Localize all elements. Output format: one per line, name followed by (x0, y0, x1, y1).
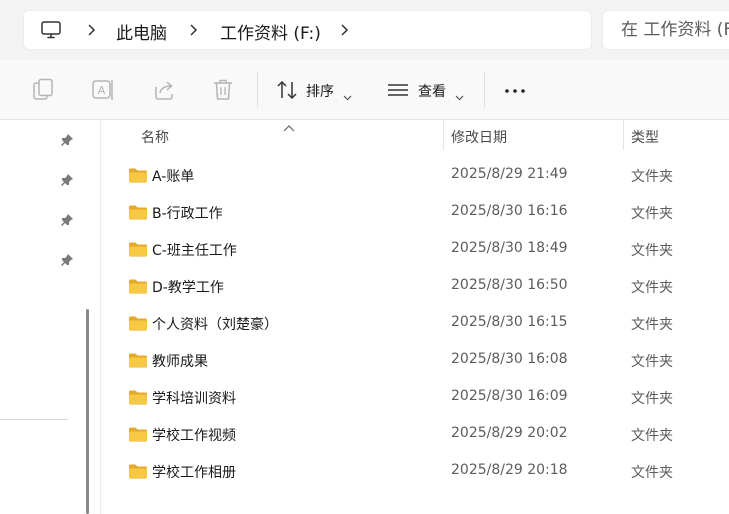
nav-divider (0, 419, 68, 420)
file-type: 文件夹 (631, 280, 673, 296)
column-separator[interactable] (623, 120, 624, 150)
chevron-right-icon[interactable] (86, 22, 96, 41)
chevron-down-icon (455, 86, 464, 105)
list-item[interactable]: A-账单 2025/8/29 21:49 文件夹 (102, 157, 729, 194)
file-type: 文件夹 (631, 243, 673, 259)
list-item[interactable]: D-教学工作 2025/8/30 16:50 文件夹 (102, 268, 729, 305)
pin-icon[interactable] (60, 132, 74, 151)
file-name: 学科培训资料 (152, 391, 236, 407)
toolbar-separator (257, 72, 258, 108)
folder-icon (128, 352, 148, 372)
file-type: 文件夹 (631, 391, 673, 407)
view-icon (387, 78, 409, 106)
list-item[interactable]: 个人资料（刘楚豪） 2025/8/30 16:15 文件夹 (102, 305, 729, 342)
svg-text:A: A (98, 84, 106, 97)
pin-icon[interactable] (60, 252, 74, 271)
address-bar[interactable]: 此电脑 工作资料 (F:) (23, 10, 592, 50)
file-date: 2025/8/30 16:15 (451, 314, 568, 330)
folder-icon (128, 426, 148, 446)
folder-icon (128, 278, 148, 298)
file-date: 2025/8/29 20:02 (451, 425, 568, 441)
file-type: 文件夹 (631, 465, 673, 481)
list-item[interactable]: B-行政工作 2025/8/30 16:16 文件夹 (102, 194, 729, 231)
chevron-right-icon[interactable] (339, 22, 349, 41)
share-icon[interactable] (152, 78, 176, 106)
folder-icon (128, 241, 148, 261)
file-date: 2025/8/29 20:18 (451, 462, 568, 478)
folder-icon (128, 204, 148, 224)
more-icon[interactable] (503, 78, 527, 106)
column-header-name[interactable]: 名称 (141, 127, 169, 147)
command-bar: A 排序 查看 (0, 60, 729, 120)
copy-icon[interactable] (32, 78, 54, 106)
folder-icon (128, 315, 148, 335)
column-header-date[interactable]: 修改日期 (451, 127, 507, 147)
delete-icon[interactable] (212, 78, 234, 106)
file-type: 文件夹 (631, 354, 673, 370)
file-date: 2025/8/30 16:09 (451, 388, 568, 404)
computer-icon[interactable] (41, 21, 61, 43)
file-name: 教师成果 (152, 354, 208, 370)
pin-icon[interactable] (60, 172, 74, 191)
file-name: B-行政工作 (152, 206, 223, 222)
file-type: 文件夹 (631, 206, 673, 222)
file-name: 个人资料（刘楚豪） (152, 317, 278, 333)
file-name: 学校工作相册 (152, 465, 236, 481)
column-separator[interactable] (443, 120, 444, 150)
list-item[interactable]: 学科培训资料 2025/8/30 16:09 文件夹 (102, 379, 729, 416)
rename-icon[interactable]: A (91, 78, 115, 106)
column-header-type[interactable]: 类型 (631, 127, 659, 147)
file-date: 2025/8/30 16:50 (451, 277, 568, 293)
search-input[interactable]: 在 工作资料 (F:) (602, 10, 729, 50)
view-label: 查看 (418, 84, 446, 100)
folder-icon (128, 167, 148, 187)
nav-scrollbar[interactable] (86, 309, 89, 514)
breadcrumb-drive[interactable]: 工作资料 (F:) (220, 19, 321, 44)
file-name: A-账单 (152, 169, 195, 185)
file-type: 文件夹 (631, 428, 673, 444)
toolbar-separator (484, 72, 485, 108)
file-type: 文件夹 (631, 317, 673, 333)
chevron-down-icon (343, 86, 352, 105)
pane-divider[interactable] (100, 120, 101, 514)
chevron-right-icon[interactable] (188, 22, 198, 41)
sort-icon (276, 78, 298, 106)
file-name: D-教学工作 (152, 280, 224, 296)
list-item[interactable]: 教师成果 2025/8/30 16:08 文件夹 (102, 342, 729, 379)
file-name: 学校工作视频 (152, 428, 236, 444)
file-type: 文件夹 (631, 169, 673, 185)
breadcrumb-this-pc[interactable]: 此电脑 (116, 19, 167, 44)
list-item[interactable]: 学校工作相册 2025/8/29 20:18 文件夹 (102, 453, 729, 490)
file-date: 2025/8/30 16:16 (451, 203, 568, 219)
list-item[interactable]: 学校工作视频 2025/8/29 20:02 文件夹 (102, 416, 729, 453)
address-bar-region: 此电脑 工作资料 (F:) 在 工作资料 (F:) (0, 0, 729, 60)
file-date: 2025/8/30 18:49 (451, 240, 568, 256)
file-name: C-班主任工作 (152, 243, 237, 259)
folder-icon (128, 463, 148, 483)
file-date: 2025/8/30 16:08 (451, 351, 568, 367)
list-item[interactable]: C-班主任工作 2025/8/30 18:49 文件夹 (102, 231, 729, 268)
sort-ascending-icon (283, 117, 295, 136)
pin-icon[interactable] (60, 212, 74, 231)
sort-label: 排序 (306, 84, 334, 100)
file-date: 2025/8/29 21:49 (451, 166, 568, 182)
folder-icon (128, 389, 148, 409)
